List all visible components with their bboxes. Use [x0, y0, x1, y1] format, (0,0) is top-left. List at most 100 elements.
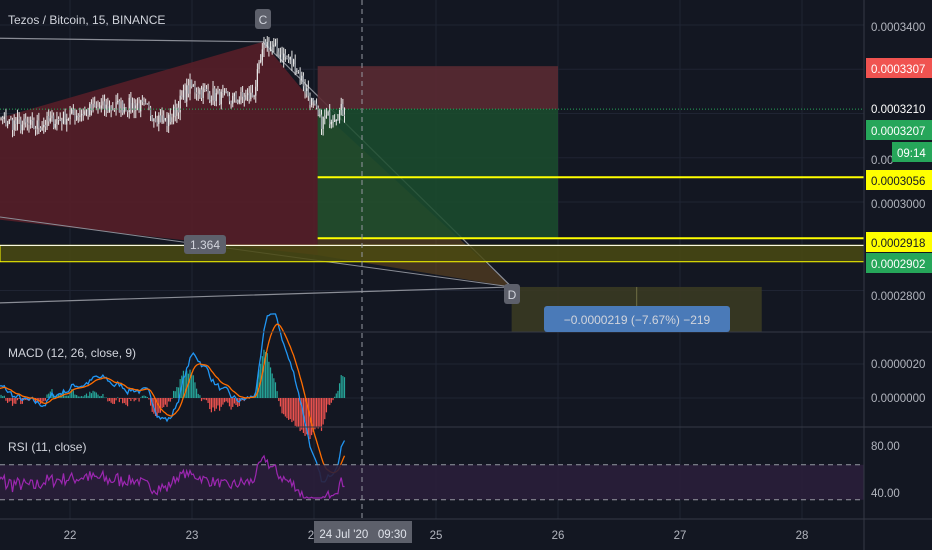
candle-body — [233, 93, 235, 96]
candle-body — [100, 105, 102, 109]
candle-body — [279, 54, 282, 58]
candle-body — [118, 100, 120, 113]
level2-price-badge: 0.0002918 — [866, 232, 932, 252]
candle-body — [238, 99, 240, 103]
candle-body — [128, 97, 130, 113]
measure-label: −0.0000219 (−7.67%) −219 — [564, 313, 711, 327]
candle-body — [187, 85, 189, 94]
candle-body — [200, 89, 203, 98]
candle-body — [343, 114, 346, 116]
target-zone — [317, 109, 558, 239]
candle-body — [245, 95, 247, 100]
candle-body — [299, 70, 301, 80]
candle-body — [133, 103, 135, 111]
ratio-marker[interactable]: 1.364 — [184, 235, 226, 254]
price-tick: 0.0002800 — [871, 291, 925, 303]
candle-body — [228, 95, 231, 102]
candle-body — [166, 118, 168, 127]
candle-body — [25, 118, 27, 123]
candle-body — [158, 115, 160, 125]
candle-body — [222, 91, 224, 93]
candle-body — [289, 56, 291, 60]
point-c-marker[interactable]: C — [255, 9, 271, 29]
candle-body — [57, 119, 60, 121]
candle-body — [77, 115, 79, 118]
candle-body — [225, 91, 227, 93]
candle-body — [122, 101, 124, 113]
candle-body — [276, 43, 278, 52]
candle-body — [294, 59, 296, 72]
trading-chart[interactable]: Tezos / Bitcoin, 15, BINANCE MACD (12, 2… — [0, 0, 932, 550]
candle-body — [194, 85, 196, 93]
candle-body — [219, 90, 221, 105]
candle-body — [48, 116, 50, 122]
candle-body — [329, 111, 331, 125]
candle-body — [306, 88, 308, 91]
candle-body — [227, 92, 229, 96]
candle-body — [126, 111, 129, 113]
candle-body — [143, 101, 145, 103]
measure-marker[interactable]: −0.0000219 (−7.67%) −219 — [544, 306, 730, 332]
candle-body — [92, 103, 94, 111]
point-d-marker[interactable]: D — [504, 284, 520, 304]
candle-body — [283, 53, 285, 61]
candle-body — [182, 90, 185, 98]
candle-body — [324, 116, 326, 119]
candle-body — [11, 119, 14, 130]
candle-body — [204, 87, 206, 90]
candle-body — [223, 91, 226, 93]
candle-body — [136, 103, 139, 106]
candle-body — [212, 88, 214, 101]
candle-body — [36, 120, 38, 129]
candle-body — [237, 100, 239, 103]
price-tick: 0.0003400 — [871, 22, 925, 34]
candle-body — [319, 114, 321, 116]
candle-body — [169, 114, 171, 123]
candle-body — [338, 110, 341, 121]
candle-body — [31, 119, 33, 121]
candle-body — [135, 105, 137, 111]
candle-body — [30, 119, 32, 125]
svg-text:0.0003307: 0.0003307 — [871, 64, 925, 76]
stop-zone — [317, 66, 558, 110]
candle-body — [214, 88, 216, 102]
candle-body — [49, 118, 51, 122]
candle-body — [62, 111, 65, 124]
candle-body — [301, 75, 303, 80]
candle-body — [197, 93, 199, 95]
candle-body — [314, 101, 316, 104]
candle-body — [153, 118, 155, 122]
candle-body — [74, 114, 76, 120]
candle-body — [181, 95, 183, 98]
candle-body — [311, 98, 313, 106]
candle-body — [156, 121, 158, 125]
svg-text:0.0002902: 0.0002902 — [871, 259, 925, 271]
last-price-badge: 0.0003210 — [866, 99, 932, 118]
candle-body — [297, 70, 300, 72]
time-tick: 2 — [308, 530, 314, 542]
candle-body — [102, 101, 104, 106]
candle-body — [199, 89, 201, 95]
candle-body — [15, 120, 17, 125]
chart-title: Tezos / Bitcoin, 15, BINANCE — [8, 13, 165, 27]
candle-body — [148, 104, 150, 108]
candle-body — [5, 116, 7, 126]
candle-body — [307, 88, 309, 96]
candle-body — [184, 90, 186, 102]
candle-body — [304, 86, 306, 91]
point-c-label: C — [259, 13, 268, 27]
candle-body — [0, 118, 2, 120]
candle-body — [154, 118, 157, 122]
candle-body — [108, 106, 111, 112]
candle-body — [325, 115, 328, 119]
candle-body — [21, 124, 23, 131]
candle-body — [269, 46, 272, 52]
time-tick: 27 — [674, 530, 687, 542]
candle-body — [235, 93, 237, 101]
candle-body — [215, 93, 217, 102]
candle-body — [141, 100, 143, 102]
candle-body — [266, 41, 268, 48]
candle-body — [261, 49, 263, 61]
candle-body — [281, 54, 283, 61]
candle-body — [95, 106, 97, 108]
